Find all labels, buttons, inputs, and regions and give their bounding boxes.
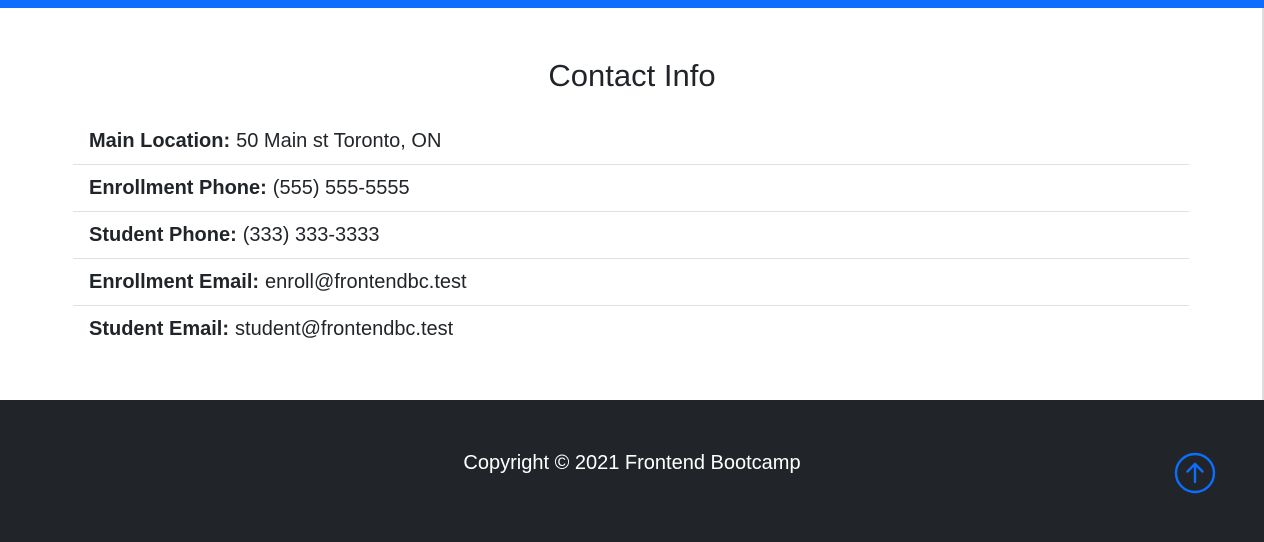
section-title: Contact Info [548,58,716,93]
page-footer: Copyright © 2021 Frontend Bootcamp [0,400,1264,542]
info-value: 50 Main st Toronto, ON [236,129,442,152]
list-item-enrollment-email: Enrollment Email: enroll@frontendbc.test [73,259,1189,306]
info-label: Enrollment Email: [89,270,260,293]
info-label: Enrollment Phone: [89,176,267,199]
info-value: student@frontendbc.test [235,318,454,340]
contact-section: Contact Info Main Location: 50 Main st T… [0,8,1264,400]
list-item-student-phone: Student Phone: (333) 333-3333 [73,212,1189,259]
list-item-enrollment-phone: Enrollment Phone: (555) 555-5555 [73,165,1189,212]
contact-info-list: Main Location: 50 Main st Toronto, ON En… [73,118,1189,353]
info-value: (555) 555-5555 [272,176,410,199]
info-label: Main Location: [89,129,231,152]
info-label: Student Email: [89,318,230,340]
info-value: enroll@frontendbc.test [265,270,467,293]
list-item-student-email: Student Email: student@frontendbc.test [73,306,1189,353]
list-item-main-location: Main Location: 50 Main st Toronto, ON [73,118,1189,165]
arrow-up-circle-icon [1174,452,1216,494]
info-label: Student Phone: [89,223,237,246]
back-to-top-button[interactable] [1174,452,1216,494]
copyright-text: Copyright © 2021 Frontend Bootcamp [463,452,801,474]
top-accent-bar [0,0,1264,8]
info-value: (333) 333-3333 [242,223,380,246]
